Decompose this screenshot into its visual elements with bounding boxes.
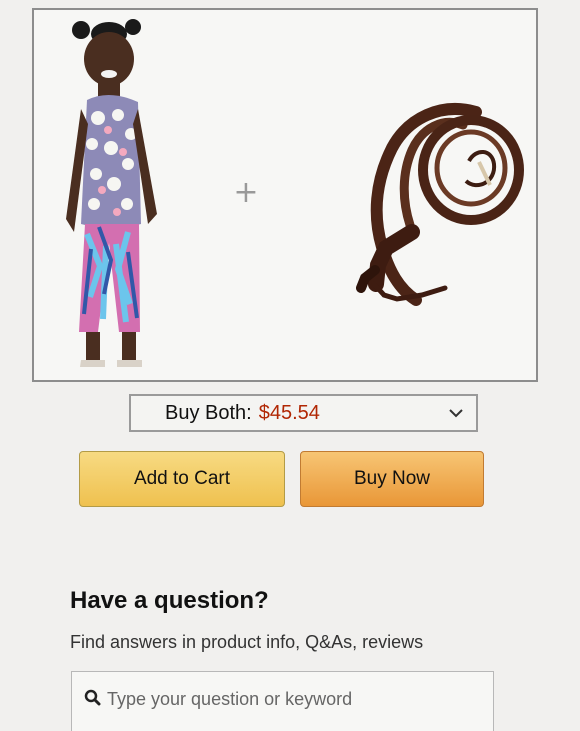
search-icon xyxy=(84,689,101,706)
frequently-bought-together-box: + xyxy=(32,8,538,382)
buy-both-selector[interactable]: Buy Both: $45.54 xyxy=(129,394,478,432)
buy-now-button[interactable]: Buy Now xyxy=(300,451,484,507)
add-to-cart-button[interactable]: Add to Cart xyxy=(79,451,285,507)
buy-both-price: $45.54 xyxy=(258,401,320,424)
question-section-title: Have a question? xyxy=(70,587,269,614)
product-image-leather-whip[interactable] xyxy=(326,90,526,322)
product-image-child-outfit[interactable] xyxy=(56,14,166,374)
buy-both-label: Buy Both: xyxy=(165,401,252,424)
question-search-input[interactable] xyxy=(107,686,482,712)
plus-icon: + xyxy=(233,175,259,210)
chevron-down-icon[interactable] xyxy=(448,406,464,420)
question-search-box[interactable] xyxy=(71,671,494,731)
question-section-subtitle: Find answers in product info, Q&As, revi… xyxy=(70,632,424,652)
